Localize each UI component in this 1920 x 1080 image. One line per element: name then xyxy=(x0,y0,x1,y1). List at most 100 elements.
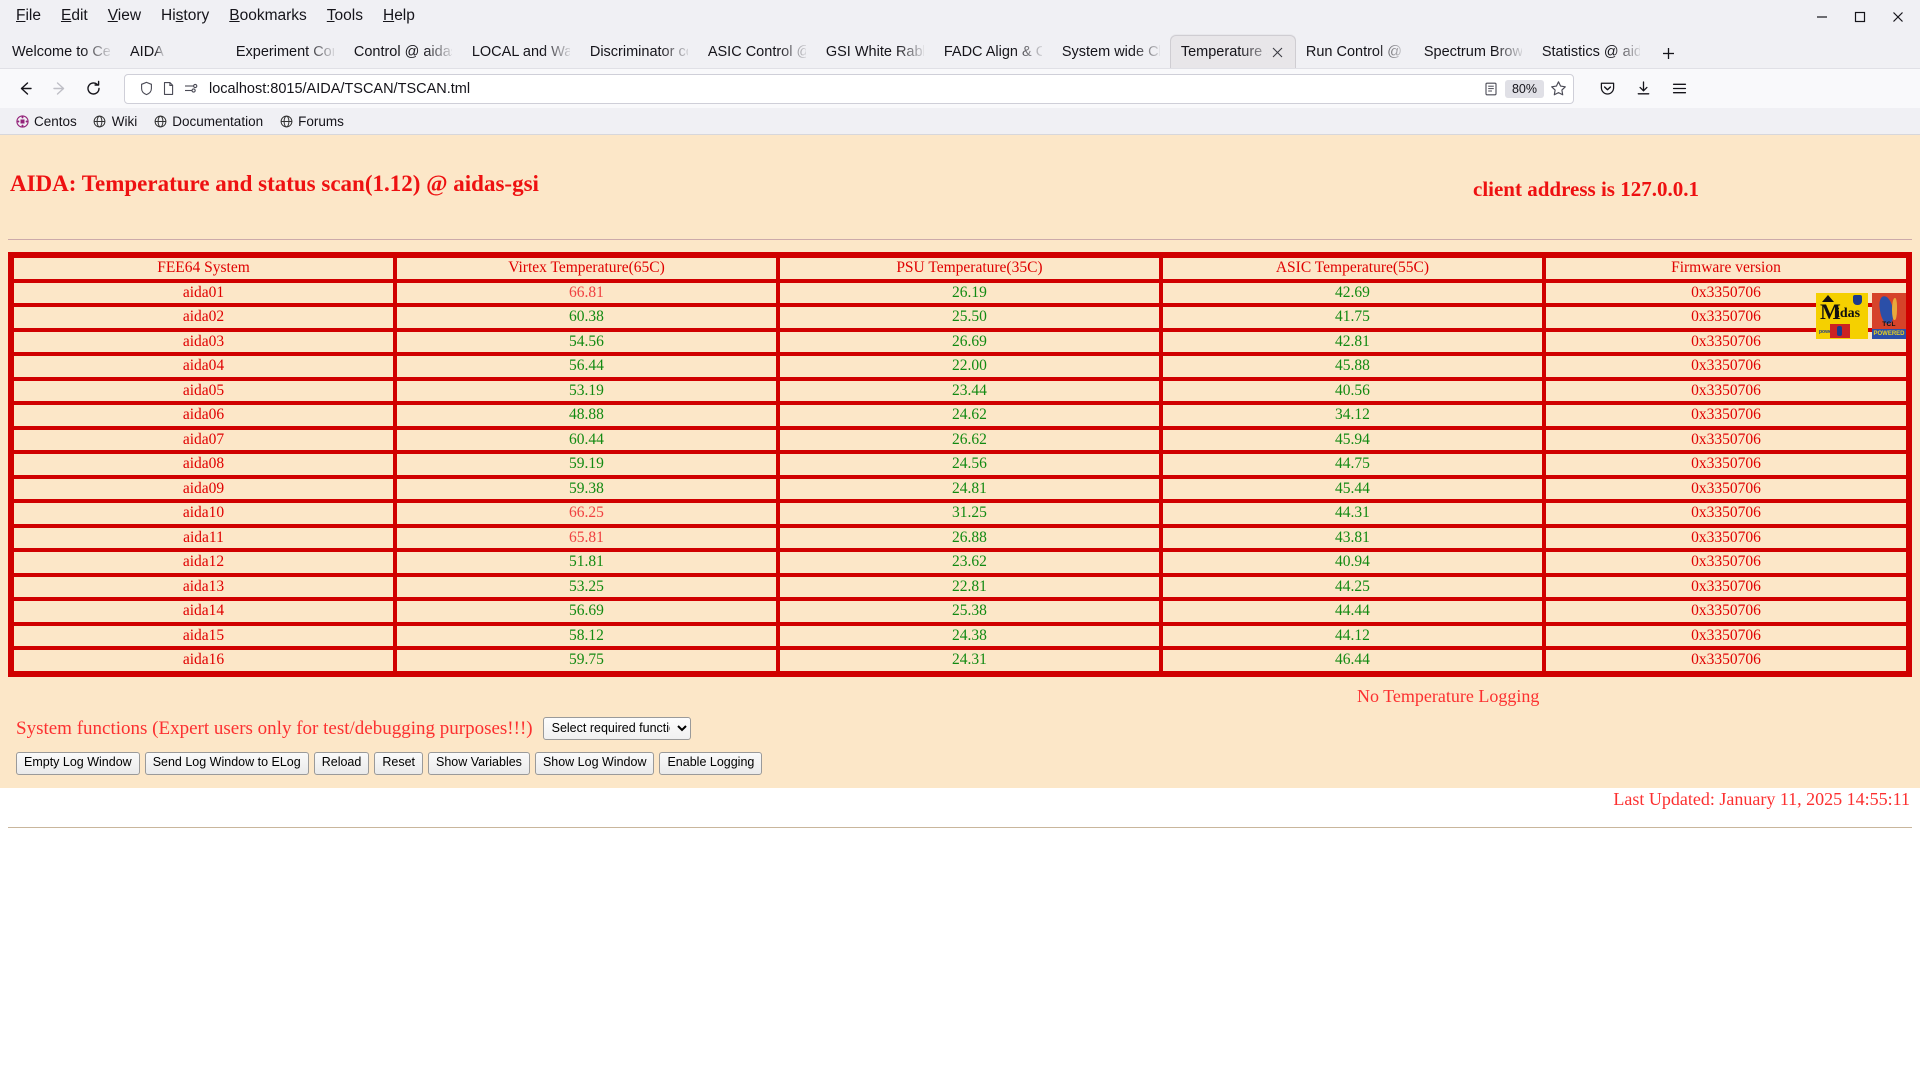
reset-button[interactable]: Reset xyxy=(374,752,423,775)
bookmark-documentation[interactable]: Documentation xyxy=(146,112,270,131)
enable-logging-button[interactable]: Enable Logging xyxy=(659,752,763,775)
bookmark-label: Centos xyxy=(34,113,77,129)
tab-discriminator-control[interactable]: Discriminator con xyxy=(580,35,698,68)
bookmark-centos[interactable]: Centos xyxy=(8,112,84,131)
tab-experiment-control[interactable]: Experiment Contr xyxy=(226,35,344,68)
plot-button-row: Plot Temperature file xyxy=(0,677,755,708)
temperature-table-wrapper: FEE64 System Virtex Temperature(65C) PSU T… xyxy=(0,210,1920,677)
cell-system: aida07 xyxy=(12,427,395,452)
temperature-table-body: FEE64 System Virtex Temperature(65C) PSU T… xyxy=(12,256,1908,673)
cell-firmware-version: 0x3350706 xyxy=(1543,476,1908,501)
url-bar[interactable]: localhost:8015/AIDA/TSCAN/TSCAN.tml 80% xyxy=(124,73,1574,104)
cell-virtex-temperature: 59.19 xyxy=(394,452,778,477)
downloads-icon[interactable] xyxy=(1626,73,1660,105)
menu-bookmarks[interactable]: Bookmarks xyxy=(219,4,317,29)
midas-shield-icon xyxy=(1853,295,1862,305)
cell-firmware-version: 0x3350706 xyxy=(1543,501,1908,526)
table-row: aida07 60.44 26.62 45.94 0x3350706 xyxy=(12,427,1908,452)
globe-icon xyxy=(153,114,167,128)
tab-asic-control[interactable]: ASIC Control @ a xyxy=(698,35,816,68)
maximize-icon[interactable] xyxy=(1842,2,1878,31)
tab-run-control[interactable]: Run Control @ ai xyxy=(1296,35,1414,68)
cell-virtex-temperature: 65.81 xyxy=(394,525,778,550)
menu-view[interactable]: View xyxy=(98,4,151,29)
cell-firmware-version: 0x3350706 xyxy=(1543,525,1908,550)
tab-control-aidas[interactable]: Control @ aidas- xyxy=(344,35,462,68)
tab-local-and-wave[interactable]: LOCAL and Wave xyxy=(462,35,580,68)
page-icon[interactable] xyxy=(157,78,179,100)
cell-asic-temperature: 44.44 xyxy=(1160,599,1544,624)
cell-system: aida05 xyxy=(12,378,395,403)
tab-temperature-and-status[interactable]: Temperature an xyxy=(1169,35,1296,68)
table-row: aida06 48.88 24.62 34.12 0x3350706 xyxy=(12,403,1908,428)
menu-file[interactable]: File xyxy=(6,4,51,29)
tab-statistics[interactable]: Statistics @ aidas xyxy=(1532,35,1650,68)
tab-close-icon[interactable] xyxy=(1270,45,1285,60)
reader-view-icon[interactable] xyxy=(1480,78,1502,100)
cell-firmware-version: 0x3350706 xyxy=(1543,574,1908,599)
hamburger-menu-icon[interactable] xyxy=(1662,73,1696,105)
cell-virtex-temperature: 58.12 xyxy=(394,623,778,648)
cell-psu-temperature: 26.88 xyxy=(777,525,1161,550)
menu-help[interactable]: Help xyxy=(373,4,425,29)
menu-tools[interactable]: Tools xyxy=(317,4,373,29)
reload-button[interactable]: Reload xyxy=(313,752,370,775)
tab-system-wide-check[interactable]: System wide Che xyxy=(1052,35,1170,68)
cell-virtex-temperature: 60.44 xyxy=(394,427,778,452)
tcl-logo-label: TCL xyxy=(1882,321,1896,328)
table-row: aida08 59.19 24.56 44.75 0x3350706 xyxy=(12,452,1908,477)
permissions-icon[interactable] xyxy=(179,78,201,100)
show-log-window-button[interactable]: Show Log Window xyxy=(534,752,655,775)
tab-gsi-white-rabbit[interactable]: GSI White Rabbit xyxy=(816,35,934,68)
cell-firmware-version: 0x3350706 xyxy=(1543,378,1908,403)
system-function-select[interactable]: Select required function xyxy=(542,717,691,741)
tab-fadc-align[interactable]: FADC Align & Co xyxy=(934,35,1052,68)
centos-icon xyxy=(15,114,29,128)
empty-log-window-button[interactable]: Empty Log Window xyxy=(16,752,140,775)
minimize-icon[interactable] xyxy=(1804,2,1840,31)
cell-asic-temperature: 42.81 xyxy=(1160,329,1544,354)
forward-arrow-icon[interactable] xyxy=(42,73,76,105)
tab-aida[interactable]: AIDA xyxy=(120,35,174,68)
cell-psu-temperature: 24.62 xyxy=(777,403,1161,428)
cell-asic-temperature: 41.75 xyxy=(1160,305,1544,330)
cell-asic-temperature: 43.81 xyxy=(1160,525,1544,550)
tcl-powered-band: POWERED xyxy=(1872,329,1906,339)
show-variables-button[interactable]: Show Variables xyxy=(428,752,530,775)
table-header-cell: ASIC Temperature(55C) xyxy=(1160,256,1544,281)
new-tab-button[interactable] xyxy=(1654,38,1684,68)
shield-icon[interactable] xyxy=(135,78,157,100)
cell-system: aida09 xyxy=(12,476,395,501)
footer-divider xyxy=(8,826,1912,828)
zoom-level-badge[interactable]: 80% xyxy=(1504,79,1544,98)
bookmark-forums[interactable]: Forums xyxy=(272,112,351,131)
aida-temperature-page: AIDA: Temperature and status scan(1.12) … xyxy=(0,135,1920,828)
tab-spectrum-browser[interactable]: Spectrum Browse xyxy=(1414,35,1532,68)
cell-psu-temperature: 24.81 xyxy=(777,476,1161,501)
close-icon[interactable] xyxy=(1880,2,1916,31)
cell-system: aida13 xyxy=(12,574,395,599)
tcl-stroke-icon xyxy=(1892,298,1897,320)
url-text[interactable]: localhost:8015/AIDA/TSCAN/TSCAN.tml xyxy=(201,81,1480,97)
reload-icon[interactable] xyxy=(76,73,110,105)
menu-history[interactable]: History xyxy=(151,4,219,29)
page-title: AIDA: Temperature and status scan(1.12) … xyxy=(10,171,539,196)
tab-welcome-to-cent[interactable]: Welcome to Cent xyxy=(2,35,120,68)
star-icon[interactable] xyxy=(1547,78,1569,100)
client-address-text: client address is 127.0.0.1 xyxy=(1473,177,1699,201)
last-updated-text: Last Updated: January 11, 2025 14:55:11 xyxy=(1613,788,1910,809)
globe-icon xyxy=(93,114,107,128)
cell-psu-temperature: 24.56 xyxy=(777,452,1161,477)
table-header-cell: Virtex Temperature(65C) xyxy=(394,256,778,281)
logo-group: M idas powered by TCL POWERED xyxy=(1816,293,1906,339)
back-arrow-icon[interactable] xyxy=(8,73,42,105)
browser-window: File Edit View History Bookmarks Tools H… xyxy=(0,0,1920,135)
pocket-icon[interactable] xyxy=(1590,73,1624,105)
tab-strip: Welcome to Cent AIDA Experiment Contr Co… xyxy=(0,33,1920,68)
window-controls xyxy=(1804,0,1916,33)
bookmark-wiki[interactable]: Wiki xyxy=(86,112,145,131)
send-log-window-to-elog-button[interactable]: Send Log Window to ELog xyxy=(144,752,309,775)
table-header-row: FEE64 System Virtex Temperature(65C) PSU T… xyxy=(12,256,1908,281)
menu-edit[interactable]: Edit xyxy=(51,4,98,29)
cell-system: aida02 xyxy=(12,305,395,330)
